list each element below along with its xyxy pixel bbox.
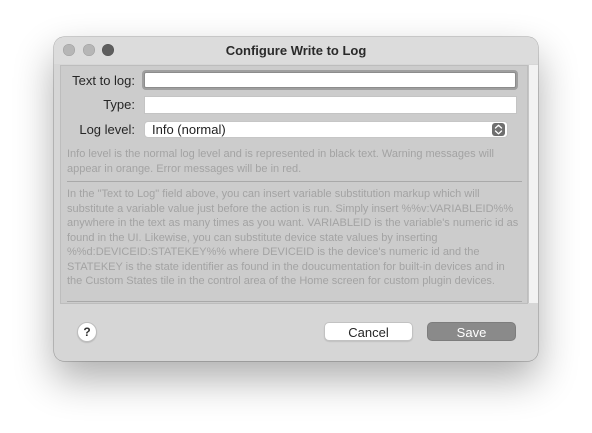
text-to-log-label: Text to log: (72, 73, 135, 88)
bottom-divider (67, 301, 522, 302)
config-panel: Text to log: Type: Log level: Info (norm… (60, 65, 528, 304)
select-stepper-icon (492, 123, 505, 136)
window-title: Configure Write to Log (225, 43, 367, 58)
log-level-label: Log level: (79, 122, 135, 137)
save-button[interactable]: Save (427, 322, 516, 341)
configure-dialog: Configure Write to Log Text to log: Type… (54, 37, 538, 361)
section-divider (67, 181, 522, 182)
log-level-select[interactable]: Info (normal) (144, 121, 508, 138)
text-to-log-input[interactable] (144, 72, 516, 88)
log-level-value: Info (normal) (152, 122, 226, 137)
type-input[interactable] (144, 96, 517, 114)
log-level-help-text: Info level is the normal log level and i… (67, 148, 494, 175)
cancel-button[interactable]: Cancel (324, 322, 413, 341)
type-label: Type: (103, 97, 135, 112)
scrollbar[interactable] (528, 65, 538, 303)
help-button[interactable]: ? (77, 322, 97, 342)
title-bar: Configure Write to Log (54, 37, 538, 64)
substitution-help-text: In the "Text to Log" field above, you ca… (67, 188, 519, 287)
